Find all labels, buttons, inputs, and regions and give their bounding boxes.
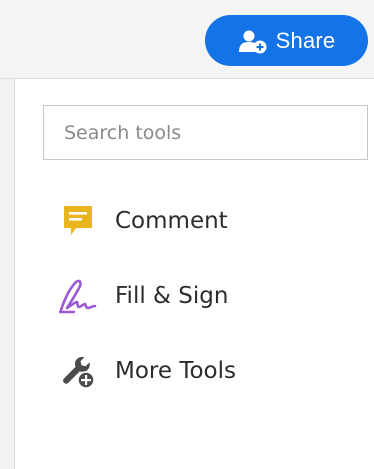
add-user-icon xyxy=(238,28,268,54)
tool-item-comment[interactable]: Comment xyxy=(58,199,228,243)
share-button-label: Share xyxy=(275,27,336,53)
tool-item-label: Fill & Sign xyxy=(115,283,229,309)
tool-item-label: More Tools xyxy=(115,358,236,384)
search-tools-input[interactable] xyxy=(43,105,368,160)
tool-item-label: Comment xyxy=(115,208,228,234)
tools-pane-window: Share Comment Fill & Sign xyxy=(0,0,374,469)
left-rail xyxy=(0,79,15,469)
tool-item-more-tools[interactable]: More Tools xyxy=(58,349,236,393)
signature-pen-icon xyxy=(58,276,98,316)
tool-item-fill-sign[interactable]: Fill & Sign xyxy=(58,274,228,318)
top-toolbar: Share xyxy=(0,0,374,79)
wrench-add-icon xyxy=(58,351,98,391)
share-button[interactable]: Share xyxy=(205,15,368,66)
comment-icon xyxy=(58,201,98,241)
